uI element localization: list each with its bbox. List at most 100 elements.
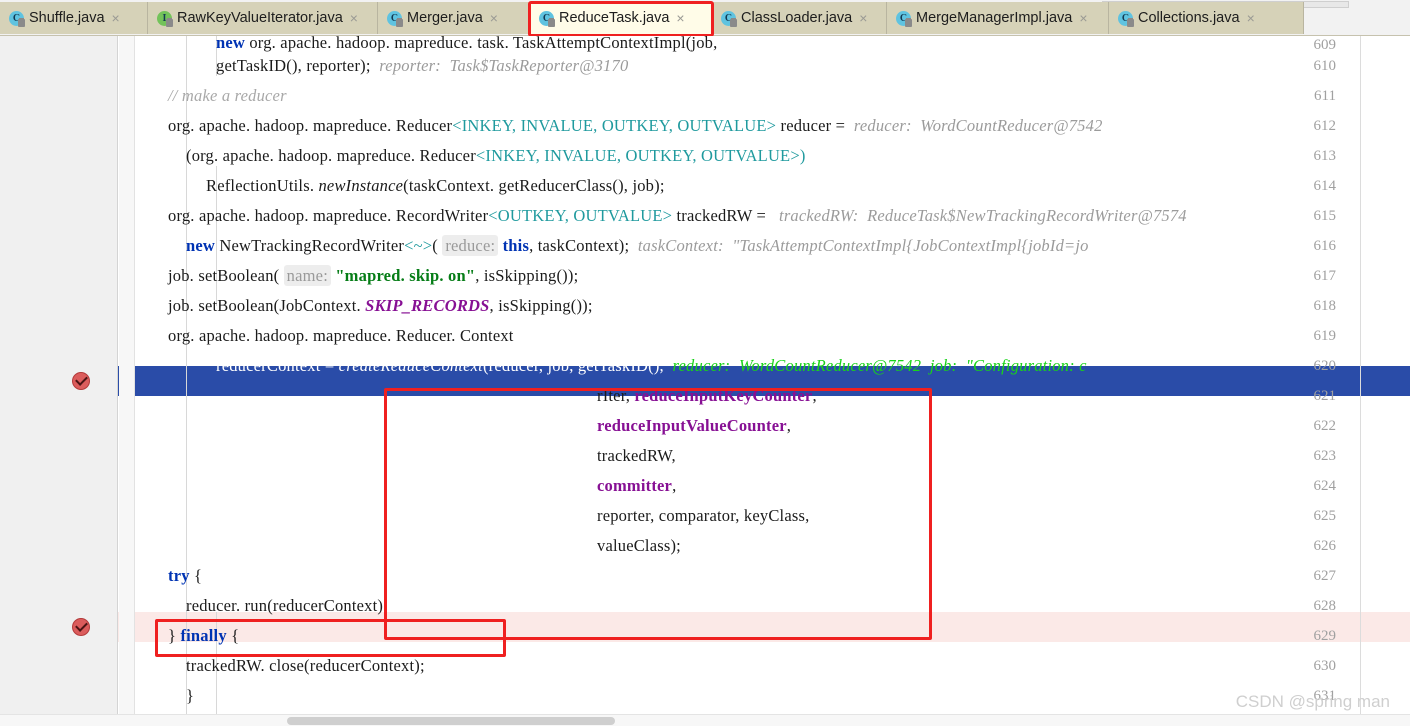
- code-line-613: (org. apache. hadoop. mapreduce. Reducer…: [186, 141, 806, 171]
- line-number-gutter[interactable]: [0, 36, 118, 726]
- code-text: org. apache. hadoop. mapreduce. task. Ta…: [245, 36, 718, 52]
- tab-close-icon[interactable]: ×: [490, 11, 498, 25]
- code-line-611: // make a reducer: [168, 81, 287, 111]
- tab-merger-java[interactable]: C Merger.java ×: [378, 2, 530, 34]
- keyword-new: new: [216, 36, 246, 52]
- line-number: 625: [1313, 508, 1337, 524]
- code-line-610: getTaskID(), reporter); reporter: Task$T…: [216, 51, 628, 81]
- line-number: 611: [1314, 88, 1336, 104]
- method-name: newInstance: [318, 176, 404, 195]
- field-reference: reduceInputKeyCounter: [634, 386, 813, 405]
- keyword-new: new: [186, 236, 216, 255]
- tab-close-icon[interactable]: ×: [1079, 11, 1087, 25]
- tab-rawkeyvalueiterator-java[interactable]: I RawKeyValueIterator.java ×: [148, 2, 378, 34]
- code-text: trackedRW =: [676, 206, 767, 225]
- java-class-icon: C: [721, 10, 737, 27]
- code-line-625: reporter, comparator, keyClass,: [597, 501, 809, 531]
- java-class-icon: C: [1118, 10, 1134, 27]
- line-number: 621: [1313, 388, 1337, 404]
- code-line-631: }: [186, 681, 194, 711]
- generic-bracket: >: [662, 206, 677, 225]
- tab-mergemanagerimpl-java[interactable]: C MergeManagerImpl.java ×: [887, 2, 1109, 34]
- code-line-614: ReflectionUtils. newInstance(taskContext…: [206, 171, 665, 201]
- generic-bracket: <: [488, 206, 498, 225]
- line-number: 614: [1313, 178, 1337, 194]
- static-field: SKIP_RECORDS: [365, 296, 490, 315]
- code-text: }: [186, 686, 195, 705]
- code-editor[interactable]: 609 610 611 612 613 614 615 616 617 618 …: [0, 36, 1410, 726]
- java-class-icon: C: [896, 10, 912, 27]
- code-line-628: reducer. run(reducerContext);: [186, 591, 388, 621]
- tab-label: RawKeyValueIterator.java: [177, 10, 343, 26]
- tab-close-icon[interactable]: ×: [859, 11, 867, 25]
- code-text: job. setBoolean(: [168, 266, 284, 285]
- parameter-hint: reduce:: [442, 235, 499, 256]
- tab-shuffle-java[interactable]: C Shuffle.java ×: [0, 2, 148, 34]
- java-class-icon: C: [539, 10, 555, 27]
- field-reference: reduceInputValueCounter: [597, 416, 787, 435]
- field-reference: committer: [597, 476, 673, 495]
- keyword-try: try: [168, 566, 190, 585]
- inline-hint: job: "Configuration: c: [929, 356, 1087, 375]
- code-line-627: try {: [168, 561, 202, 591]
- horizontal-scrollbar[interactable]: [0, 714, 1410, 726]
- line-number: 623: [1313, 448, 1337, 464]
- code-text: reporter, comparator, keyClass,: [597, 506, 810, 525]
- code-text: {: [226, 626, 240, 645]
- watermark-text: CSDN @spring man: [1235, 692, 1390, 711]
- code-folding-strip[interactable]: [119, 36, 135, 726]
- code-line-616: new NewTrackingRecordWriter<~>( reduce: …: [186, 231, 1089, 261]
- tab-close-icon[interactable]: ×: [112, 11, 120, 25]
- line-number: 615: [1313, 208, 1337, 224]
- code-text: , taskContext);: [529, 236, 630, 255]
- java-class-icon: C: [387, 10, 403, 27]
- code-text: getTaskID(), reporter);: [216, 56, 371, 75]
- generic-params: OUTKEY, OUTVALUE: [497, 206, 663, 225]
- code-text: (reducer, job, getTaskID(),: [482, 356, 664, 375]
- tab-close-icon[interactable]: ×: [1247, 11, 1255, 25]
- keyword-this: this: [498, 236, 530, 255]
- tab-close-icon[interactable]: ×: [350, 11, 358, 25]
- tab-label: Merger.java: [407, 10, 483, 26]
- parameter-hint: name:: [283, 265, 331, 286]
- code-text: org. apache. hadoop. mapreduce. RecordWr…: [168, 206, 489, 225]
- line-number: 618: [1313, 298, 1337, 314]
- inline-hint: reporter: Task$TaskReporter@3170: [379, 56, 629, 75]
- breakpoint-icon[interactable]: [72, 618, 90, 636]
- code-text: , isSkipping());: [475, 266, 579, 285]
- inline-hint: reducer: WordCountReducer@7542: [672, 356, 922, 375]
- tab-classloader-java[interactable]: C ClassLoader.java ×: [712, 2, 887, 34]
- code-line-629: } finally {: [168, 621, 239, 651]
- inline-hint: taskContext: "TaskAttemptContextImpl{Job…: [637, 236, 1089, 255]
- line-number: 610: [1313, 58, 1337, 74]
- code-text: reducerContext =: [216, 356, 339, 375]
- code-line-619: org. apache. hadoop. mapreduce. Reducer.…: [168, 321, 514, 351]
- line-number: 612: [1313, 118, 1337, 134]
- code-text: rIter,: [597, 386, 635, 405]
- tab-reducetask-java[interactable]: C ReduceTask.java ×: [530, 2, 712, 34]
- code-text: ,: [812, 386, 817, 405]
- line-number: 627: [1313, 568, 1337, 584]
- string-literal: "mapred. skip. on": [331, 266, 476, 285]
- code-text: reducer. run(reducerContext);: [186, 596, 388, 615]
- horizontal-scrollbar-thumb[interactable]: [287, 717, 615, 725]
- line-number: 630: [1313, 658, 1337, 674]
- code-line-622: reduceInputValueCounter,: [597, 411, 791, 441]
- tab-close-icon[interactable]: ×: [676, 11, 684, 25]
- code-line-621: rIter, reduceInputKeyCounter,: [597, 381, 817, 411]
- tab-label: Collections.java: [1138, 10, 1240, 26]
- java-class-icon: C: [9, 10, 25, 27]
- generic-params: INKEY, INVALUE, OUTKEY, OUTVALUE: [485, 146, 791, 165]
- line-number: 620: [1313, 358, 1337, 374]
- editor-tab-bar: C Shuffle.java × I RawKeyValueIterator.j…: [0, 0, 1410, 37]
- inline-hint: reducer: WordCountReducer@7542: [853, 116, 1103, 135]
- tab-label: MergeManagerImpl.java: [916, 10, 1073, 26]
- code-text: org. apache. hadoop. mapreduce. Reducer.…: [168, 326, 514, 345]
- code-text: ReflectionUtils.: [206, 176, 319, 195]
- breakpoint-icon[interactable]: [72, 372, 90, 390]
- java-interface-icon: I: [157, 10, 173, 27]
- generic-diamond: <~>: [404, 236, 433, 255]
- generic-bracket: <: [452, 116, 462, 135]
- code-text: org. apache. hadoop. mapreduce. Reducer: [168, 116, 453, 135]
- tab-collections-java[interactable]: C Collections.java ×: [1109, 2, 1304, 34]
